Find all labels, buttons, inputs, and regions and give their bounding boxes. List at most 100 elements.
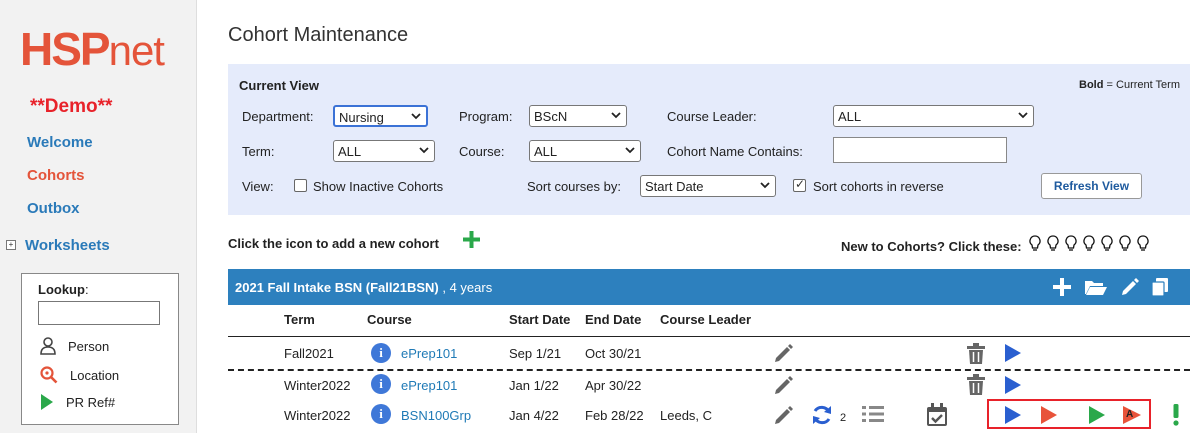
lightbulb-icon[interactable] [1101,235,1113,253]
course-link[interactable]: ePrep101 [401,378,457,393]
play-red-a-icon[interactable]: A [1122,404,1142,425]
row-term: Fall2021 [284,346,334,361]
course-link[interactable]: ePrep101 [401,346,457,361]
row-end-date: Feb 28/22 [585,408,644,423]
nav-worksheets[interactable]: Worksheets [25,237,110,254]
location-search-icon [40,366,58,384]
col-term: Term [284,312,315,327]
department-select[interactable]: Nursing [333,105,428,127]
sort-reverse-checkbox[interactable] [793,177,806,192]
nav-cohorts[interactable]: Cohorts [27,167,85,184]
page-title: Cohort Maintenance [228,24,409,46]
lookup-title: Lookup: [38,282,89,297]
lightbulb-icon[interactable] [1083,235,1095,253]
current-view-panel: Current View Bold = Current Term Departm… [228,64,1190,215]
program-value: BScN [534,109,568,124]
expand-plus-icon[interactable]: + [6,240,16,250]
info-icon[interactable]: i [371,404,391,424]
row-start-date: Sep 1/21 [509,346,562,361]
department-label: Department: [242,109,314,124]
sort-reverse-label: Sort cohorts in reverse [813,179,944,194]
cohort-name-label: Cohort Name Contains: [667,144,803,159]
sort-courses-value: Start Date [645,179,704,194]
chevron-down-icon [1018,112,1028,119]
list-icon[interactable] [862,405,884,423]
row-term: Winter2022 [284,378,351,393]
course-leader-select[interactable]: ALL [833,105,1034,127]
play-blue-icon[interactable] [1004,405,1022,425]
hspnet-logo[interactable]: HSPnet [20,22,165,76]
play-blue-icon[interactable] [1004,343,1022,363]
copy-icon[interactable] [1151,277,1169,297]
lightbulb-icon[interactable] [1029,235,1041,253]
term-divider [228,369,1190,371]
cohort-name: 2021 Fall Intake BSN (Fall21BSN) , 4 yea… [235,280,493,295]
folder-open-icon[interactable] [1084,278,1108,296]
lookup-panel: Lookup: Person Location PR Ref# [21,273,179,425]
pencil-icon[interactable] [773,374,795,396]
program-label: Program: [459,109,513,124]
sort-courses-select[interactable]: Start Date [640,175,776,197]
lookup-input[interactable] [38,301,160,325]
col-start-date: Start Date [509,312,571,327]
pencil-icon[interactable] [1120,277,1140,297]
col-course: Course [367,312,412,327]
show-inactive-label: Show Inactive Cohorts [313,179,444,194]
row-end-date: Oct 30/21 [585,346,642,361]
course-select[interactable]: ALL [529,140,641,162]
course-link[interactable]: BSN100Grp [401,408,471,423]
view-label: View: [242,179,274,194]
pencil-icon[interactable] [773,342,795,364]
show-inactive-checkbox[interactable] [294,179,307,192]
exclamation-icon[interactable] [1171,404,1181,426]
lightbulb-icon[interactable] [1065,235,1077,253]
lightbulb-icon[interactable] [1119,235,1131,253]
trash-icon[interactable] [966,374,986,396]
course-leader-label: Course Leader: [667,109,757,124]
row-course-leader: Leeds, C [660,408,713,423]
lookup-location-label: Location [70,367,120,383]
legend: Bold = Current Term [1079,79,1180,91]
term-select[interactable]: ALL [333,140,435,162]
chevron-down-icon [625,147,635,154]
logo-light-text: net [108,27,165,74]
chevron-down-icon [419,147,429,154]
sync-icon[interactable] [811,404,833,426]
play-red-icon[interactable] [1040,405,1058,425]
chevron-down-icon [760,182,770,189]
refresh-view-button[interactable]: Refresh View [1041,173,1142,199]
program-select[interactable]: BScN [529,105,627,127]
logo-bold-text: HSP [20,23,111,75]
lookup-person[interactable]: Person [40,337,109,355]
play-blue-icon[interactable] [1004,375,1022,395]
play-green-icon [41,394,53,410]
row-start-date: Jan 1/22 [509,378,559,393]
nav-welcome[interactable]: Welcome [27,134,93,151]
course-leader-value: ALL [838,109,862,124]
pencil-icon[interactable] [773,404,795,426]
lookup-person-label: Person [68,338,110,354]
play-green-icon[interactable] [1088,405,1106,425]
add-icon[interactable] [1053,278,1071,296]
add-cohort-plus-icon[interactable] [463,231,480,248]
lookup-pr-ref[interactable]: PR Ref# [40,393,115,411]
term-value: ALL [338,144,362,159]
row-end-date: Apr 30/22 [585,378,642,393]
nav-outbox[interactable]: Outbox [27,200,80,217]
person-icon [40,337,56,355]
row-start-date: Jan 4/22 [509,408,559,423]
lookup-location[interactable]: Location [40,366,119,384]
info-icon[interactable]: i [371,374,391,394]
lightbulb-icon[interactable] [1137,235,1149,253]
cohort-name-input[interactable] [833,137,1007,163]
svg-text:A: A [1126,409,1133,420]
course-label: Course: [459,144,505,159]
sort-courses-label: Sort courses by: [527,179,621,194]
calendar-check-icon[interactable] [926,403,948,427]
info-icon[interactable]: i [371,343,391,363]
col-end-date: End Date [585,312,642,327]
chevron-down-icon [611,112,621,119]
cohort-header: 2021 Fall Intake BSN (Fall21BSN) , 4 yea… [228,269,1190,305]
trash-icon[interactable] [966,343,986,365]
lightbulb-icon[interactable] [1047,235,1059,253]
